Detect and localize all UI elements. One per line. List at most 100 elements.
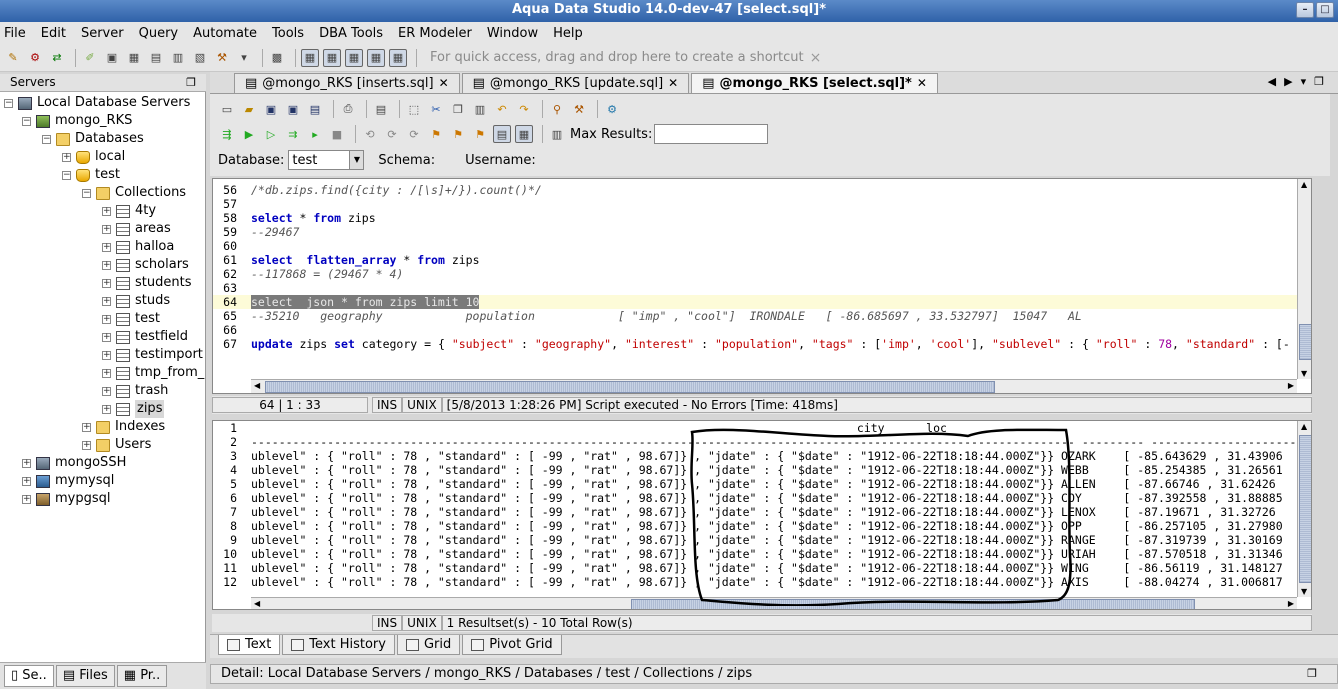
layout-view-3-icon[interactable]: ▦ [345,48,363,67]
scroll-thumb[interactable] [265,381,995,393]
scroll-left-icon[interactable]: ◀ [254,599,260,608]
expand-icon[interactable]: + [82,422,91,432]
menu-er-modeler[interactable]: ER Modeler [398,26,472,41]
tree-node-collection[interactable]: +4ty [102,202,156,220]
panel-restore-icon[interactable]: ❐ [186,74,196,91]
expand-icon[interactable]: + [102,332,111,342]
tree-node-databases[interactable]: − Databases [42,130,144,148]
tab-servers[interactable]: ▯ Se.. [4,665,54,687]
tab-list-icon[interactable]: ▾ [1301,75,1307,88]
tree-node-test-db[interactable]: − test [62,166,120,184]
menu-automate[interactable]: Automate [193,26,257,41]
tree-node-mymysql[interactable]: + mymysql [22,472,114,490]
expand-icon[interactable]: + [82,440,91,450]
tree-node-collection[interactable]: + trash [102,382,168,400]
tab-prev-icon[interactable]: ◀ [1268,75,1276,88]
collapse-icon[interactable]: − [4,98,13,108]
collapse-icon[interactable]: − [62,170,71,180]
execute-batch-icon[interactable]: ⇉ [284,125,302,143]
results-grid-view-icon[interactable]: ▦ [515,125,533,143]
tree-node-collection[interactable]: + areas [102,220,171,238]
tree-node-collection[interactable]: + scholars [102,256,189,274]
tab-text-history[interactable]: Text History [282,635,395,655]
print-icon[interactable]: ⎙ [339,100,357,118]
tree-node-collection[interactable]: + testfield [102,328,188,346]
menu-query[interactable]: Query [139,26,179,41]
execution-monitor-icon[interactable]: ▩ [268,49,286,67]
collapse-icon[interactable]: − [42,134,51,144]
detail-restore-icon[interactable]: ❐ [1307,665,1317,683]
expand-icon[interactable]: + [102,242,111,252]
dba-tools-icon[interactable]: ⚒ [213,49,231,67]
client-statistics-icon[interactable]: ▥ [548,125,566,143]
server-properties-icon[interactable]: ⚙ [26,49,44,67]
expand-icon[interactable]: + [102,206,111,216]
tree-node-collection[interactable]: + testimport [102,346,203,364]
menu-dba-tools[interactable]: DBA Tools [319,26,383,41]
collapse-icon[interactable]: − [22,116,31,126]
maximize-button[interactable]: □ [1316,2,1334,18]
table-data-editor-icon[interactable]: ▦ [125,49,143,67]
scroll-up-icon[interactable]: ▲ [1301,180,1307,189]
menu-help[interactable]: Help [553,26,583,41]
open-file-icon[interactable]: ▰ [240,100,258,118]
expand-icon[interactable]: + [102,296,111,306]
tab-projects[interactable]: ▦ Pr.. [116,665,168,687]
menu-file[interactable]: File [4,26,26,41]
tree-node-collection[interactable]: + test [102,310,160,328]
tree-node-local-database-servers[interactable]: − Local Database Servers [4,94,190,112]
close-tab-icon[interactable]: ✕ [668,74,678,93]
editor-horizontal-scrollbar[interactable]: ◀ ▶ [251,379,1297,393]
export-icon[interactable]: ▥ [169,49,187,67]
sql-editor[interactable]: 56 /*db.zips.find({city : /[\s]+/}).count… [212,178,1312,394]
scroll-down-icon[interactable]: ▼ [1301,369,1307,378]
tree-node-collection[interactable]: + students [102,274,191,292]
rollback-icon[interactable]: ⟳ [383,125,401,143]
database-select[interactable]: test ▼ [288,150,365,170]
expand-icon[interactable]: + [102,350,111,360]
query-builder-icon[interactable]: ⚑ [449,125,467,143]
properties-icon[interactable]: ▤ [372,100,390,118]
close-tab-icon[interactable]: ✕ [439,74,449,93]
scroll-thumb[interactable] [1299,435,1311,583]
auto-commit-icon[interactable]: ⟳ [405,125,423,143]
select-all-icon[interactable]: ⬚ [405,100,423,118]
expand-icon[interactable]: + [102,314,111,324]
max-results-input[interactable] [654,124,769,144]
close-hint-icon[interactable]: × [810,50,822,66]
expand-icon[interactable]: + [102,404,111,414]
tab-pivot-grid[interactable]: Pivot Grid [462,635,562,655]
execute-to-file-icon[interactable]: ▷ [262,125,280,143]
scroll-down-icon[interactable]: ▼ [1301,587,1307,596]
redo-icon[interactable]: ↷ [515,100,533,118]
menu-window[interactable]: Window [487,26,538,41]
collapse-icon[interactable]: − [82,188,91,198]
layout-view-5-icon[interactable]: ▦ [389,48,407,67]
menu-edit[interactable]: Edit [41,26,66,41]
tab-text[interactable]: Text [218,635,281,655]
tree-node-indexes[interactable]: + Indexes [82,418,165,436]
close-tab-icon[interactable]: ✕ [917,74,927,93]
tree-node-collection[interactable]: + studs [102,292,170,310]
find-icon[interactable]: ⚲ [548,100,566,118]
tree-node-mongossh[interactable]: + mongoSSH [22,454,126,472]
results-text-view-icon[interactable]: ▤ [493,125,511,143]
expand-icon[interactable]: + [102,278,111,288]
tree-node-collection[interactable]: + tmp_from_ [102,364,204,382]
visual-explain-icon[interactable]: ⚑ [471,125,489,143]
copy-icon[interactable]: ❐ [449,100,467,118]
undo-icon[interactable]: ↶ [493,100,511,118]
paste-icon[interactable]: ▥ [471,100,489,118]
compare-icon[interactable]: ▤ [147,49,165,67]
tab-next-icon[interactable]: ▶ [1284,75,1292,88]
execute-icon[interactable]: ▶ [240,125,258,143]
tree-node-collection[interactable]: + halloa [102,238,174,256]
tab-update-sql[interactable]: ▤ @mongo_RKS [update.sql] ✕ [461,73,690,93]
tree-node-collections[interactable]: − Collections [82,184,186,202]
tab-restore-icon[interactable]: ❐ [1314,75,1324,88]
new-file-icon[interactable]: ▭ [218,100,236,118]
save-icon[interactable]: ▣ [262,100,280,118]
expand-icon[interactable]: + [102,224,111,234]
scroll-up-icon[interactable]: ▲ [1301,422,1307,431]
new-server-icon[interactable]: ✎ [4,49,22,67]
